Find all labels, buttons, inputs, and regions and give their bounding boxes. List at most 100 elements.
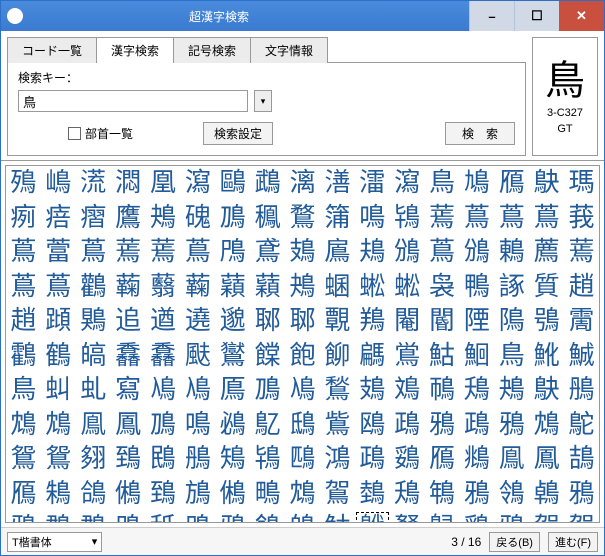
grid-cell[interactable]: 㾦 (41, 201, 76, 236)
grid-cell[interactable]: 鴁 (390, 477, 425, 512)
tab-symbol-search[interactable]: 記号検索 (173, 37, 251, 63)
grid-cell[interactable]: 鶖 (320, 373, 355, 408)
font-selector[interactable]: T楷書体 ▾ (7, 532, 102, 552)
grid-cell[interactable]: 鳥 (494, 339, 529, 374)
grid-cell[interactable]: 鴎 (355, 408, 390, 443)
grid-cell[interactable]: 鴂 (146, 201, 181, 236)
grid-cell[interactable]: 鴨 (459, 270, 494, 305)
grid-cell[interactable]: 趙 (6, 304, 41, 339)
grid-cell[interactable]: 翗 (76, 442, 111, 477)
grid-cell[interactable]: 蔦 (76, 235, 111, 270)
grid-cell[interactable]: 遒 (146, 304, 181, 339)
grid-cell[interactable]: 鸑 (215, 339, 250, 374)
grid-cell[interactable]: 鳯 (494, 442, 529, 477)
grid-cell[interactable]: 鴬 (390, 339, 425, 374)
grid-cell[interactable]: 鵘 (41, 511, 76, 523)
grid-cell[interactable]: 鴐 (529, 511, 564, 523)
grid-cell[interactable]: 瀉 (390, 166, 425, 201)
grid-cell[interactable]: 鴈 (494, 166, 529, 201)
grid-cell[interactable]: 魤 (529, 339, 564, 374)
grid-cell[interactable]: 蜙 (355, 270, 390, 305)
grid-cell[interactable]: 鳴 (180, 408, 215, 443)
grid-cell[interactable]: 鳻 (390, 235, 425, 270)
grid-cell[interactable]: 鳸 (320, 235, 355, 270)
grid-cell[interactable]: 鳩 (459, 166, 494, 201)
grid-cell[interactable]: 蔦 (41, 270, 76, 305)
grid-cell[interactable]: 蔦 (529, 201, 564, 236)
grid-cell[interactable]: 鴁 (459, 373, 494, 408)
grid-cell[interactable]: 鴅 (180, 442, 215, 477)
grid-cell[interactable]: 蜙 (390, 270, 425, 305)
grid-cell[interactable]: 鴶 (564, 442, 599, 477)
grid-cell[interactable]: 鴊 (355, 442, 390, 477)
forward-button[interactable]: 進む(F) (548, 532, 598, 552)
grid-cell[interactable]: 凰 (146, 166, 181, 201)
grid-cell[interactable]: 鵦 (425, 511, 460, 523)
grid-cell[interactable]: 鵱 (355, 477, 390, 512)
grid-cell[interactable]: 鴉 (215, 511, 250, 523)
grid-cell[interactable]: 鴫 (250, 477, 285, 512)
grid-cell[interactable]: 霌 (564, 304, 599, 339)
grid-cell[interactable]: 䔰 (41, 235, 76, 270)
grid-cell[interactable]: 鮕 (425, 339, 460, 374)
grid-cell[interactable]: 馫 (111, 339, 146, 374)
grid-cell[interactable]: 袅 (425, 270, 460, 305)
grid-cell[interactable]: 鵨 (250, 511, 285, 523)
grid-cell[interactable]: 鴃 (529, 373, 564, 408)
grid-cell[interactable]: 鴏 (355, 511, 390, 523)
tab-kanji-search[interactable]: 漢字検索 (96, 37, 174, 63)
grid-cell[interactable]: 鴙 (215, 442, 250, 477)
grid-cell[interactable]: 瀉 (180, 166, 215, 201)
grid-cell[interactable]: 鴒 (494, 477, 529, 512)
grid-cell[interactable]: 鴅 (564, 373, 599, 408)
grid-cell[interactable]: 鶇 (494, 235, 529, 270)
grid-cell[interactable]: 鴹 (355, 304, 390, 339)
grid-cell[interactable]: 鴊 (390, 408, 425, 443)
grid-cell[interactable]: 鴋 (180, 477, 215, 512)
grid-cell[interactable]: 蘔 (215, 270, 250, 305)
grid-cell[interactable]: 鳥 (6, 373, 41, 408)
grid-cell[interactable]: 鷹 (111, 201, 146, 236)
grid-cell[interactable]: 鴈 (6, 477, 41, 512)
grid-cell[interactable]: 鳺 (355, 235, 390, 270)
grid-cell[interactable]: 鴉 (494, 408, 529, 443)
grid-cell[interactable]: 鴈 (425, 442, 460, 477)
grid-cell[interactable]: 㵁 (76, 166, 111, 201)
minimize-button[interactable]: – (469, 1, 514, 31)
grid-cell[interactable]: 蔦 (6, 270, 41, 305)
grid-cell[interactable]: 莪 (564, 201, 599, 236)
grid-cell[interactable]: 鴻 (320, 442, 355, 477)
grid-cell[interactable]: 鵇 (425, 477, 460, 512)
search-input[interactable] (18, 90, 248, 112)
grid-cell[interactable]: 鴑 (390, 511, 425, 523)
grid-cell[interactable]: 鳭 (250, 373, 285, 408)
grid-cell[interactable]: 鴆 (529, 408, 564, 443)
grid-cell[interactable]: 閽 (425, 304, 460, 339)
grid-cell[interactable]: 鮕 (320, 511, 355, 523)
grid-cell[interactable]: 郰 (250, 304, 285, 339)
grid-cell[interactable]: 鴂 (494, 373, 529, 408)
grid-cell[interactable]: 鳰 (285, 373, 320, 408)
grid-cell[interactable]: 邈 (215, 304, 250, 339)
grid-cell[interactable]: 鳫 (215, 373, 250, 408)
grid-cell[interactable]: 鴜 (320, 408, 355, 443)
grid-cell[interactable]: 虬 (76, 373, 111, 408)
grid-cell[interactable]: 㵛 (320, 166, 355, 201)
grid-cell[interactable]: 鵡 (250, 166, 285, 201)
grid-cell[interactable]: 鳶 (250, 235, 285, 270)
grid-cell[interactable]: 鴿 (76, 477, 111, 512)
grid-cell[interactable]: 鳭 (215, 201, 250, 236)
grid-cell[interactable]: 鶪 (76, 304, 111, 339)
grid-cell[interactable]: 鴭 (285, 511, 320, 523)
grid-cell[interactable]: 鳰 (180, 373, 215, 408)
grid-cell[interactable]: 蔦 (180, 235, 215, 270)
grid-cell[interactable]: 鴛 (6, 442, 41, 477)
grid-cell[interactable]: 鵄 (111, 442, 146, 477)
grid-cell[interactable]: 鴟 (285, 408, 320, 443)
grid-cell[interactable]: 蜠 (320, 270, 355, 305)
grid-cell[interactable]: 嶋 (41, 166, 76, 201)
grid-cell[interactable]: 諑 (494, 270, 529, 305)
grid-cell[interactable]: 舐 (146, 511, 181, 523)
grid-cell[interactable]: 鴉 (6, 511, 41, 523)
grid-cell[interactable]: 鳼 (390, 373, 425, 408)
